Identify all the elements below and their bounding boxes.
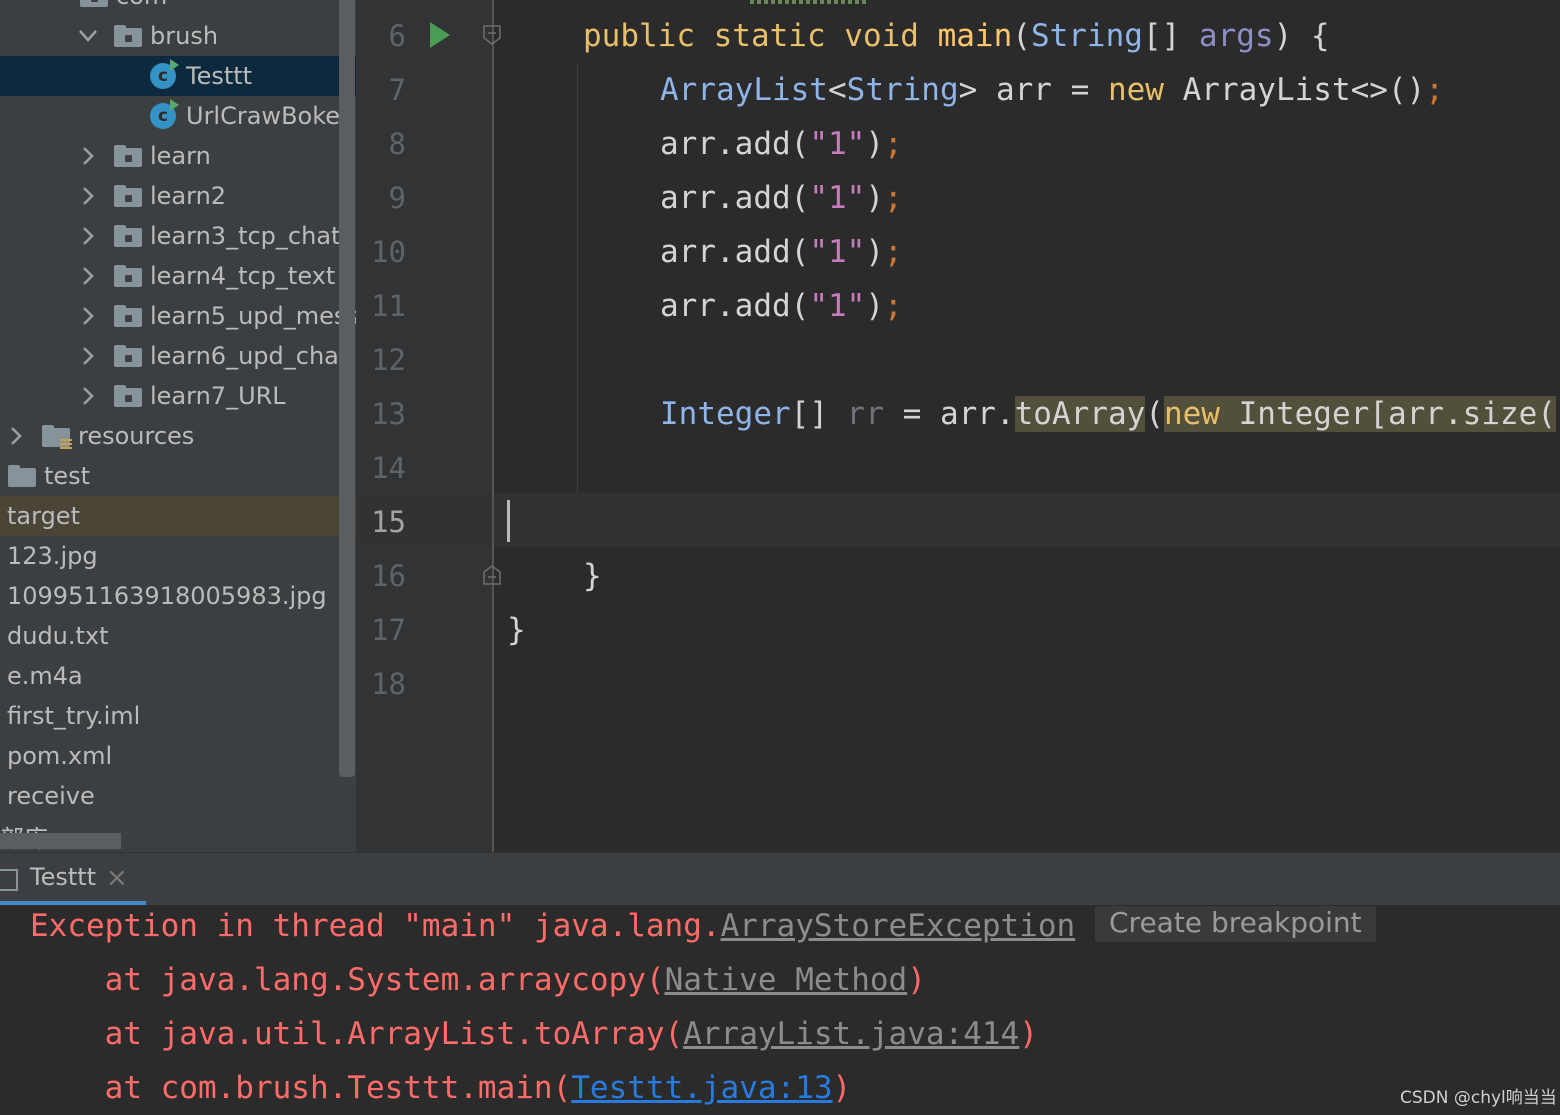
code-line-9: arr.add("1"); <box>660 180 903 216</box>
line-number-current[interactable]: 15 <box>356 495 406 549</box>
fold-end-icon[interactable] <box>482 564 502 586</box>
folder-icon <box>114 145 142 167</box>
tree-horizontal-scrollbar[interactable] <box>0 833 121 849</box>
watermark: CSDN @chyl响当当 <box>1400 1088 1557 1108</box>
testtt-source-link[interactable]: Testtt.java:13 <box>571 1070 832 1106</box>
line-number[interactable]: 7 <box>356 63 406 117</box>
chevron-right-icon[interactable] <box>6 426 26 446</box>
tree-item-com[interactable]: com <box>0 0 356 16</box>
java-class-icon: c <box>150 99 179 129</box>
console-line-exception: Exception in thread "main" java.lang.Arr… <box>30 908 1076 944</box>
line-number[interactable]: 17 <box>356 603 406 657</box>
code-line-11: arr.add("1"); <box>660 288 903 324</box>
tree-item-test[interactable]: test <box>0 456 356 496</box>
chevron-right-icon[interactable] <box>78 226 98 246</box>
console-tab-icon <box>0 869 18 891</box>
code-line-8: arr.add("1"); <box>660 126 903 162</box>
tree-item-target[interactable]: target <box>0 496 356 536</box>
tree-item-learn5[interactable]: learn5_upd_messa <box>0 296 356 336</box>
folder-icon <box>114 345 142 367</box>
chevron-right-icon[interactable] <box>78 186 98 206</box>
code-line-17: } <box>507 612 526 648</box>
folder-icon <box>114 265 142 287</box>
code-line-10: arr.add("1"); <box>660 234 903 270</box>
run-tool-window-header <box>0 852 1560 905</box>
tree-item-file[interactable]: receive <box>0 776 356 816</box>
run-icon[interactable] <box>430 22 450 48</box>
chevron-right-icon[interactable] <box>78 266 98 286</box>
tree-item-learn[interactable]: learn <box>0 136 356 176</box>
code-line-13: Integer[] rr = arr.toArray(new Integer[a… <box>660 396 1556 432</box>
close-icon[interactable]: × <box>106 863 128 893</box>
folder-icon <box>80 0 108 7</box>
console-line-stack: at java.lang.System.arraycopy(Native Met… <box>30 962 926 998</box>
folder-icon <box>114 225 142 247</box>
console-line-stack: at java.util.ArrayList.toArray(ArrayList… <box>30 1016 1038 1052</box>
fold-icon[interactable] <box>482 24 502 46</box>
spelling-squiggle <box>750 0 868 4</box>
folder-icon <box>114 185 142 207</box>
folder-icon <box>114 385 142 407</box>
create-breakpoint-tooltip[interactable]: Create breakpoint <box>1095 906 1376 942</box>
arraylist-source-link[interactable]: ArrayList.java:414 <box>683 1016 1019 1052</box>
tree-item-file[interactable]: 109951163918005983.jpg <box>0 576 356 616</box>
line-number[interactable]: 12 <box>356 333 406 387</box>
tree-item-learn6[interactable]: learn6_upd_chat <box>0 336 356 376</box>
chevron-down-icon[interactable] <box>78 26 98 46</box>
tree-item-file[interactable]: first_try.iml <box>0 696 356 736</box>
folder-icon <box>8 465 36 487</box>
tree-item-brush[interactable]: brush <box>0 16 356 56</box>
line-number[interactable]: 9 <box>356 171 406 225</box>
text-caret <box>507 500 510 542</box>
line-number[interactable]: 14 <box>356 441 406 495</box>
code-line-7: ArrayList<String> arr = new ArrayList<>(… <box>660 72 1444 108</box>
line-number[interactable]: 11 <box>356 279 406 333</box>
tree-item-file[interactable]: dudu.txt <box>0 616 356 656</box>
tree-item-file[interactable]: pom.xml <box>0 736 356 776</box>
folder-icon <box>114 305 142 327</box>
resources-folder-icon <box>42 425 72 449</box>
code-line-16: } <box>583 558 602 594</box>
tree-item-learn2[interactable]: learn2 <box>0 176 356 216</box>
tree-item-learn3[interactable]: learn3_tcp_chat <box>0 216 356 256</box>
project-tree: com brush c Testtt c UrlCrawBoke learn l… <box>0 0 356 852</box>
line-number[interactable]: 8 <box>356 117 406 171</box>
chevron-right-icon[interactable] <box>78 346 98 366</box>
tree-item-learn4[interactable]: learn4_tcp_text <box>0 256 356 296</box>
indent-guide <box>577 64 578 494</box>
line-number[interactable]: 16 <box>356 549 406 603</box>
chevron-right-icon[interactable] <box>78 306 98 326</box>
tree-item-testtt[interactable]: c Testtt <box>0 56 356 96</box>
chevron-right-icon[interactable] <box>78 146 98 166</box>
tree-item-file[interactable]: e.m4a <box>0 656 356 696</box>
current-line-highlight <box>356 493 1560 547</box>
chevron-right-icon[interactable] <box>78 386 98 406</box>
folder-icon <box>114 25 142 47</box>
native-method-link[interactable]: Native Method <box>665 962 908 998</box>
line-number[interactable]: 18 <box>356 657 406 711</box>
tree-vertical-scrollbar[interactable] <box>339 0 355 777</box>
tree-item-resources[interactable]: resources <box>0 416 356 456</box>
code-line-6: public static void main(String[] args) { <box>583 18 1330 54</box>
gutter-separator <box>492 0 494 852</box>
java-class-icon: c <box>150 59 179 89</box>
tab-testtt[interactable]: Testtt × <box>0 852 146 904</box>
line-number[interactable]: 6 <box>356 9 406 63</box>
line-number[interactable]: 13 <box>356 387 406 441</box>
console-line-stack: at com.brush.Testtt.main(Testtt.java:13) <box>30 1070 852 1106</box>
tree-item-learn7[interactable]: learn7_URL <box>0 376 356 416</box>
line-number[interactable]: 10 <box>356 225 406 279</box>
tree-item-urlcrawboke[interactable]: c UrlCrawBoke <box>0 96 356 136</box>
exception-link[interactable]: ArrayStoreException <box>721 908 1076 944</box>
tree-item-file[interactable]: 123.jpg <box>0 536 356 576</box>
